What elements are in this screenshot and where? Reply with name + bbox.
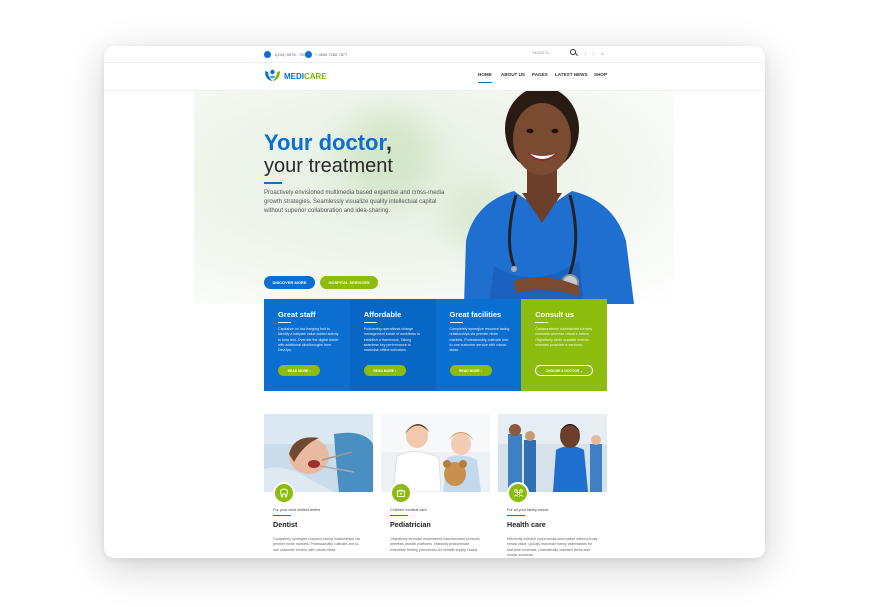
feature-consult-us: Consult us Collaboratively administrate … [521, 299, 607, 391]
nav-latest-news[interactable]: LATEST NEWS [555, 72, 588, 77]
feature-great-facilities: Great facilities Completely synergize re… [435, 299, 522, 391]
service-description: Efficiently unleash cross-media informat… [507, 537, 599, 558]
feature-text: Podcasting operational change management… [363, 327, 420, 353]
service-subtitle: Children medical care [390, 508, 427, 512]
medical-kit-icon [390, 482, 412, 504]
email-text: + 4806 7285 7877 [315, 52, 348, 57]
read-more-button[interactable]: READ MORE › [278, 365, 320, 376]
nav-about-us[interactable]: ABOUT US [501, 72, 525, 77]
logo-wordmark[interactable]: MEDICARE [284, 72, 327, 81]
pediatrician-photo [381, 414, 490, 492]
hero-title: Your doctor, [264, 131, 392, 154]
facebook-icon[interactable]: f [585, 51, 586, 56]
search-icon[interactable] [570, 49, 576, 55]
mail-icon [305, 51, 312, 58]
feature-text: Capitalize on low hanging fruit to ident… [278, 327, 339, 353]
feature-title: Great facilities [449, 310, 502, 319]
service-subtitle: For all your family needs [507, 508, 549, 512]
linkedin-icon[interactable]: in [601, 51, 604, 56]
feature-title: Consult us [535, 310, 574, 319]
phone-contact[interactable]: 1(234) 5678 - 7893 [264, 50, 308, 59]
health-care-photo [498, 414, 607, 492]
email-contact[interactable]: + 4806 7285 7877 [305, 50, 347, 59]
feature-text: Collaboratively administrate turnkey cha… [535, 327, 593, 347]
feature-title: Affordable [363, 310, 402, 319]
service-title: Dentist [273, 520, 298, 529]
topbar: 1(234) 5678 - 7893 + 4806 7285 7877 SEAR… [104, 46, 765, 63]
logo-icon[interactable] [264, 68, 281, 82]
logo-text-care: CARE [304, 72, 327, 81]
website-mockup: 1(234) 5678 - 7893 + 4806 7285 7877 SEAR… [104, 46, 765, 558]
family-icon [507, 482, 529, 504]
nav-shop[interactable]: SHOP [594, 72, 607, 77]
tooth-icon [273, 482, 295, 504]
hero-section: Your doctor, your treatment Proactively … [104, 91, 765, 304]
service-title: Health care [507, 520, 546, 529]
hero-title-comma: , [385, 130, 392, 155]
service-title: Pediatrician [390, 520, 431, 529]
logo-text-medi: MEDI [284, 72, 304, 81]
service-description: Objectively innovate empowered manufactu… [390, 537, 480, 552]
features-strip: Great staff Capitalize on low hanging fr… [264, 299, 607, 391]
feature-title: Great staff [278, 310, 316, 319]
hero-paragraph: Proactively envisioned multimedia based … [264, 190, 445, 214]
feature-text: Completely synergize resource taxing rel… [449, 327, 510, 353]
search-input[interactable]: SEARCH... [532, 50, 552, 55]
read-more-button[interactable]: READ MORE › [363, 365, 406, 376]
hero-subtitle: your treatment [264, 155, 393, 177]
phone-icon [264, 51, 271, 58]
hospital-services-button[interactable]: HOSPITAL SERVICES [320, 276, 378, 289]
choose-doctor-dropdown[interactable]: CHOOSE A DOCTOR ⌄ [535, 365, 594, 376]
nav-home[interactable]: HOME [478, 72, 492, 83]
twitter-icon[interactable]: t [593, 51, 594, 56]
discover-more-button[interactable]: DISCOVER MORE [264, 276, 315, 289]
hero-title-text: Your doctor [264, 130, 386, 155]
feature-great-staff: Great staff Capitalize on low hanging fr… [264, 299, 350, 391]
read-more-button[interactable]: READ MORE › [449, 365, 492, 376]
main-navbar: MEDICARE HOME ABOUT US PAGES LATEST NEWS… [104, 62, 765, 91]
nav-pages[interactable]: PAGES [532, 72, 548, 77]
service-description: Completely synergize resource taxing rel… [273, 537, 360, 552]
feature-affordable: Affordable Podcasting operational change… [349, 299, 436, 391]
dentist-photo [264, 414, 373, 492]
service-subtitle: For your child whitest teeths [273, 508, 321, 512]
hero-divider [264, 182, 282, 184]
phone-text: 1(234) 5678 - 7893 [274, 52, 309, 57]
